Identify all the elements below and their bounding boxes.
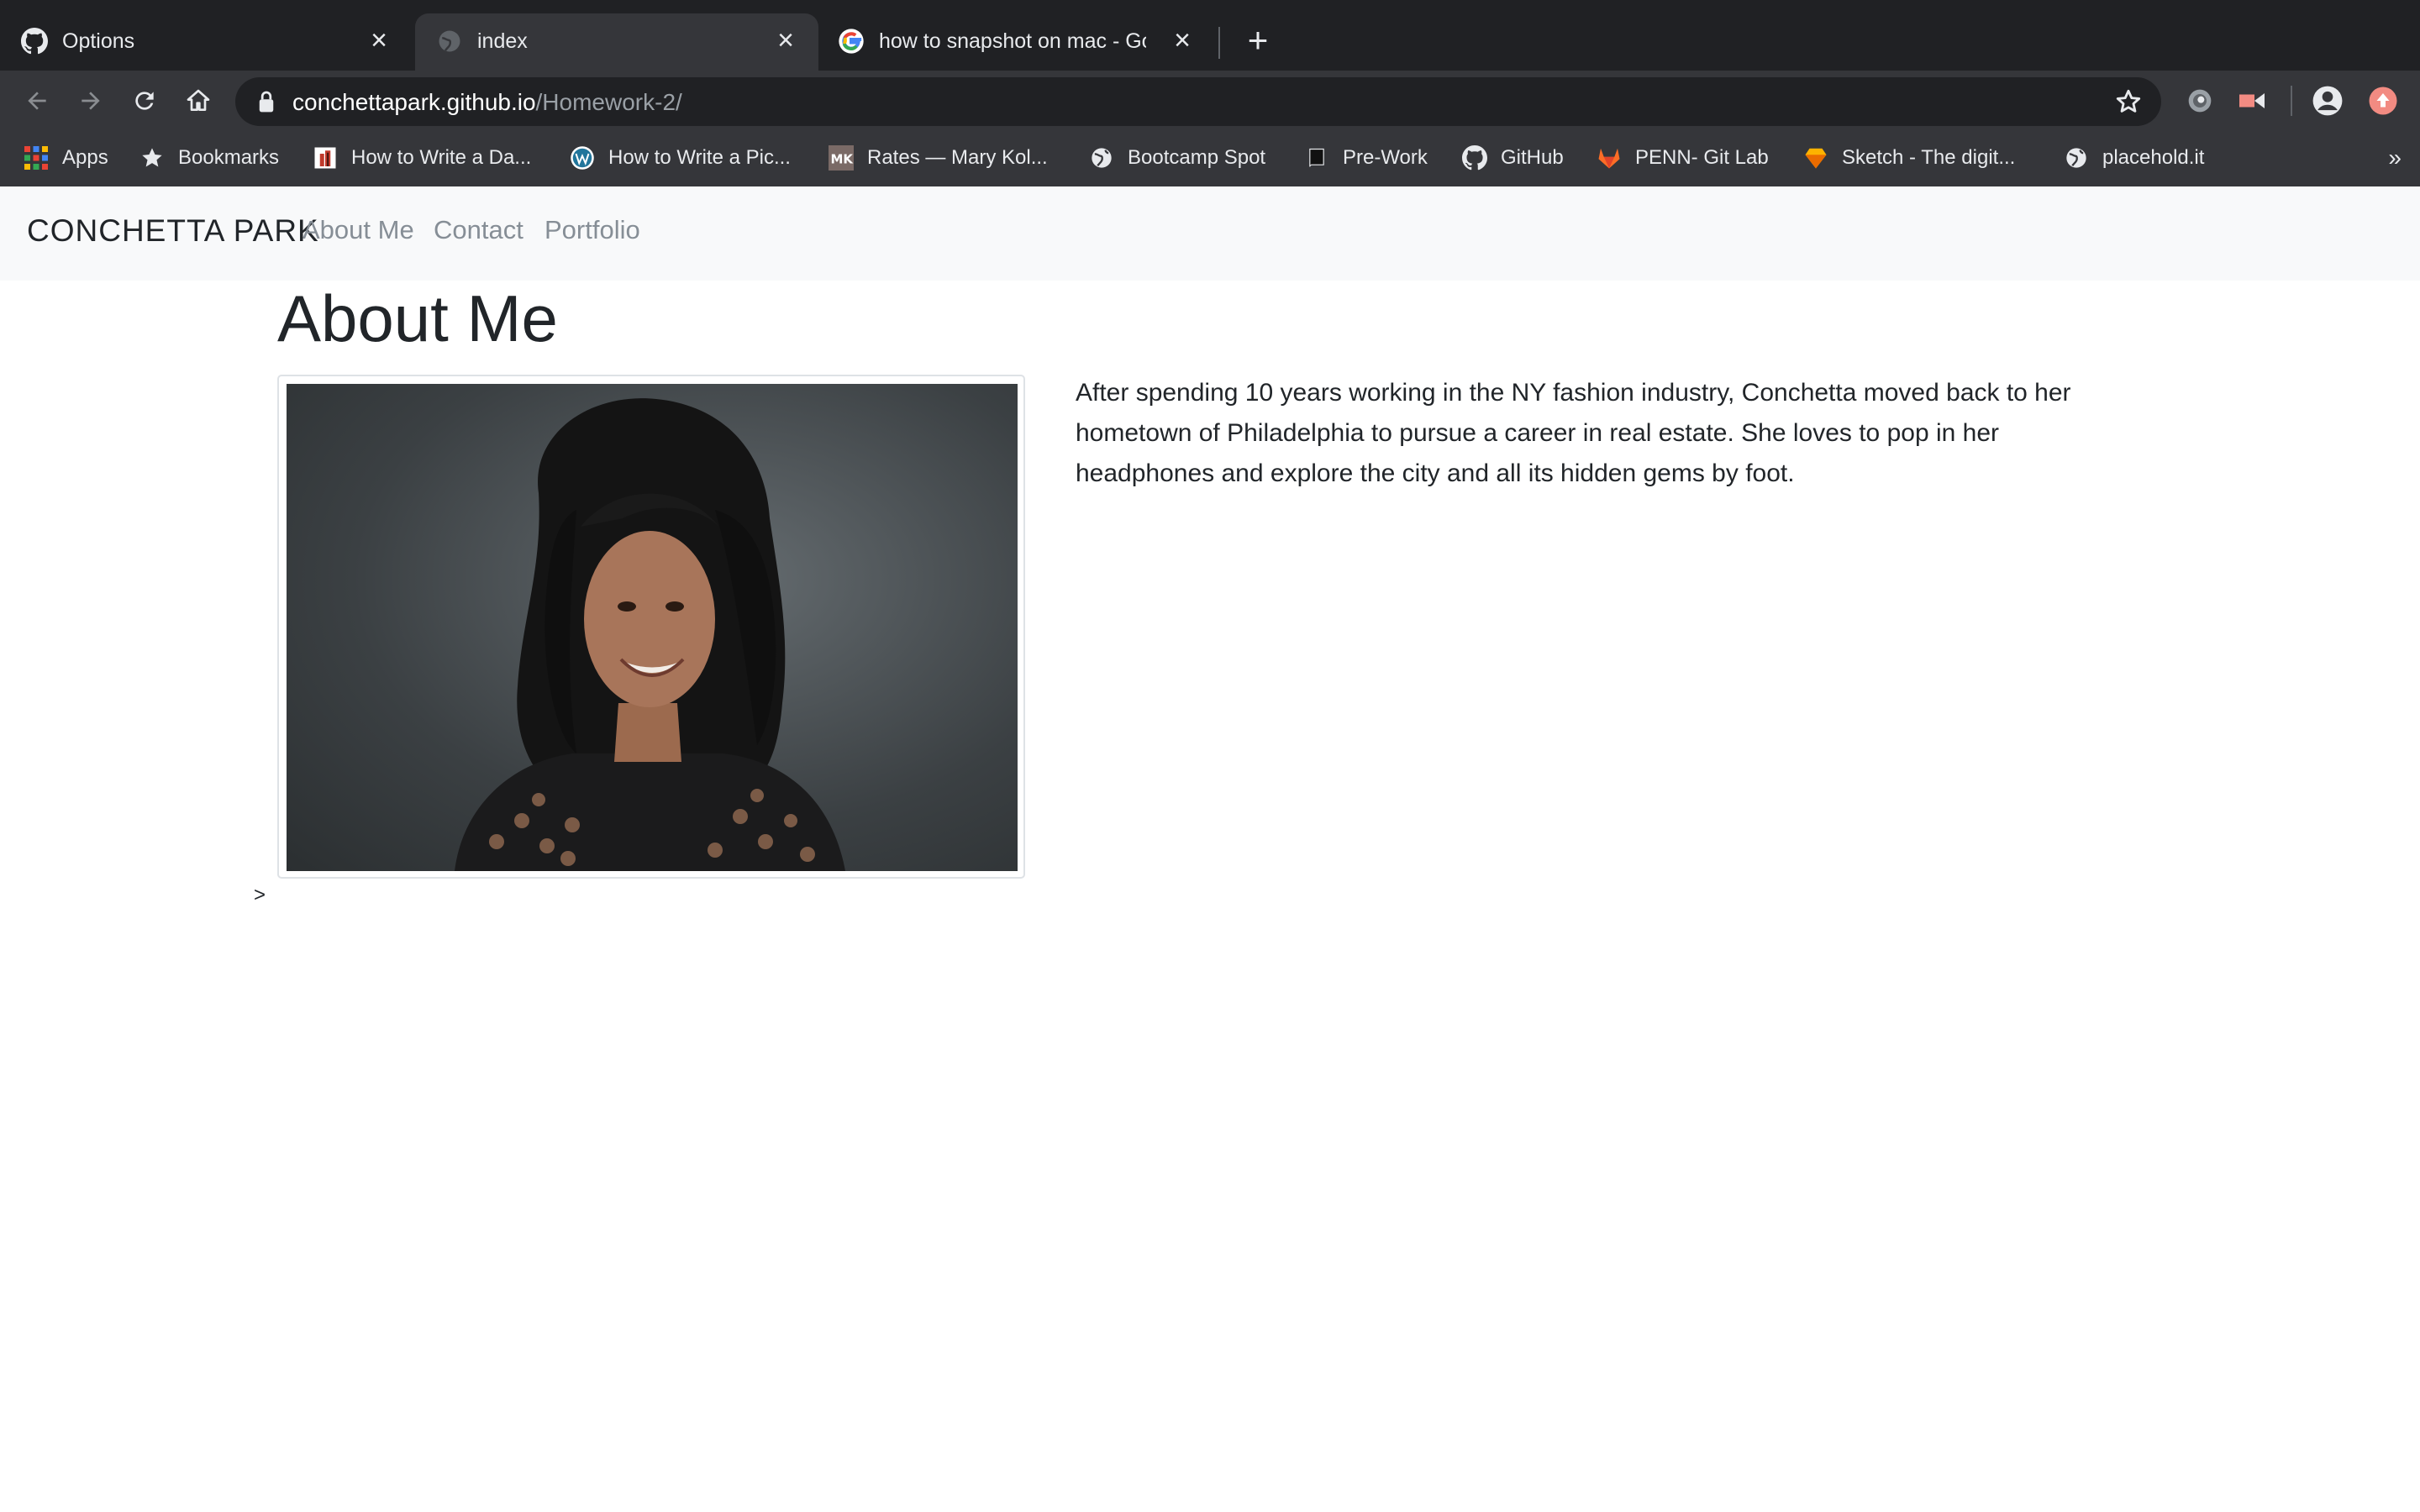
bookmark-apps[interactable]: Apps <box>24 141 108 175</box>
bookmark-pre-work[interactable]: Pre-Work <box>1304 141 1428 175</box>
close-tab-icon[interactable]: × <box>365 26 393 55</box>
url-host: conchettapark.github.io <box>292 89 536 115</box>
book-icon <box>1304 145 1329 171</box>
google-icon <box>837 27 865 55</box>
gitlab-icon <box>1597 145 1622 171</box>
profile-photo <box>287 384 1018 871</box>
profile-photo-frame <box>277 375 1025 879</box>
site-navbar: CONCHETTA PARK About Me Contact Portfoli… <box>0 186 2420 281</box>
tab-strip: Options × index × how to snapshot on mac… <box>0 0 2420 71</box>
globe-icon <box>2064 145 2089 171</box>
bookmark-label: PENN- Git Lab <box>1635 146 1769 169</box>
sketch-icon <box>1803 145 1828 171</box>
reload-button[interactable] <box>126 82 163 119</box>
home-icon <box>187 89 210 111</box>
address-bar[interactable]: conchettapark.github.io/Homework-2/ <box>235 77 2161 126</box>
tab-options[interactable]: Options × <box>0 13 412 71</box>
article-icon <box>313 145 338 171</box>
page-title: About Me <box>277 281 558 355</box>
url-text: conchettapark.github.io/Homework-2/ <box>292 89 682 116</box>
nav-link-contact[interactable]: Contact <box>434 215 523 245</box>
github-icon <box>1462 145 1487 171</box>
toolbar-divider <box>2291 86 2292 116</box>
extension-icon[interactable] <box>2183 84 2217 118</box>
apps-grid-icon <box>24 145 49 171</box>
lock-icon <box>257 90 276 118</box>
bookmark-how-to-write-da[interactable]: How to Write a Da... <box>313 141 531 175</box>
bookmark-label: Apps <box>62 146 108 169</box>
bookmark-bootcamp-spot[interactable]: Bootcamp Spot <box>1089 141 1265 175</box>
bookmark-label: Rates — Mary Kol... <box>867 146 1048 169</box>
globe-icon <box>1089 145 1114 171</box>
close-tab-icon[interactable]: × <box>771 26 800 55</box>
profile-avatar-icon[interactable] <box>2311 84 2344 118</box>
mk-logo-icon: MK <box>829 145 854 171</box>
update-icon[interactable] <box>2366 84 2400 118</box>
tab-google-search[interactable]: how to snapshot on mac - Goo × <box>817 13 1215 71</box>
bookmark-label: How to Write a Da... <box>351 146 532 169</box>
svg-text:MK: MK <box>831 151 855 166</box>
tab-index[interactable]: index × <box>415 13 818 71</box>
globe-icon <box>435 27 464 55</box>
bookmark-star-icon[interactable] <box>2114 87 2143 120</box>
url-path: /Homework-2/ <box>535 89 682 115</box>
bookmark-label: Pre-Work <box>1343 146 1428 169</box>
bookmarks-bar: Apps Bookmarks How to Write a Da... How … <box>0 131 2420 186</box>
tab-divider <box>1218 27 1220 59</box>
bookmark-how-to-write-pic[interactable]: How to Write a Pic... <box>570 141 791 175</box>
nav-link-portfolio[interactable]: Portfolio <box>544 215 640 245</box>
bookmark-label: placehold.it <box>2102 146 2205 169</box>
bookmark-penn-git-lab[interactable]: PENN- Git Lab <box>1597 141 1769 175</box>
bio-paragraph: After spending 10 years working in the N… <box>1076 379 2071 487</box>
back-button[interactable] <box>18 82 55 119</box>
close-tab-icon[interactable]: × <box>1168 26 1197 55</box>
tab-title: index <box>477 29 528 53</box>
arrow-right-icon <box>82 92 100 110</box>
nav-link-about-me[interactable]: About Me <box>302 215 414 245</box>
star-icon <box>139 145 165 171</box>
bookmark-github[interactable]: GitHub <box>1462 141 1564 175</box>
tab-title: Options <box>62 29 135 53</box>
browser-toolbar: conchettapark.github.io/Homework-2/ <box>0 71 2420 131</box>
home-button[interactable] <box>180 82 217 119</box>
bookmark-placehold-it[interactable]: placehold.it <box>2064 141 2204 175</box>
forward-button[interactable] <box>72 82 109 119</box>
new-tab-button[interactable]: + <box>1240 23 1276 59</box>
bookmark-label: How to Write a Pic... <box>608 146 791 169</box>
bookmark-label: Sketch - The digit... <box>1842 146 2016 169</box>
github-icon <box>20 27 49 55</box>
bookmark-sketch[interactable]: Sketch - The digit... <box>1803 141 2015 175</box>
more-bookmarks-button[interactable]: » <box>2388 144 2402 171</box>
bookmark-label: Bootcamp Spot <box>1128 146 1266 169</box>
stray-character: > <box>254 884 266 906</box>
bookmark-rates-mary-kol[interactable]: MK Rates — Mary Kol... <box>829 141 1048 175</box>
bookmark-label: Bookmarks <box>178 146 280 169</box>
arrow-left-icon <box>28 92 46 110</box>
reload-icon <box>135 92 154 110</box>
tab-title: how to snapshot on mac - Goo <box>879 29 1146 53</box>
bookmark-label: GitHub <box>1501 146 1564 169</box>
bookmark-bookmarks[interactable]: Bookmarks <box>139 141 279 175</box>
browser-chrome: Options × index × how to snapshot on mac… <box>0 0 2420 186</box>
brand-link[interactable]: CONCHETTA PARK <box>27 213 319 249</box>
wordpress-icon <box>570 145 595 171</box>
screen-record-extension-icon[interactable] <box>2235 84 2269 118</box>
